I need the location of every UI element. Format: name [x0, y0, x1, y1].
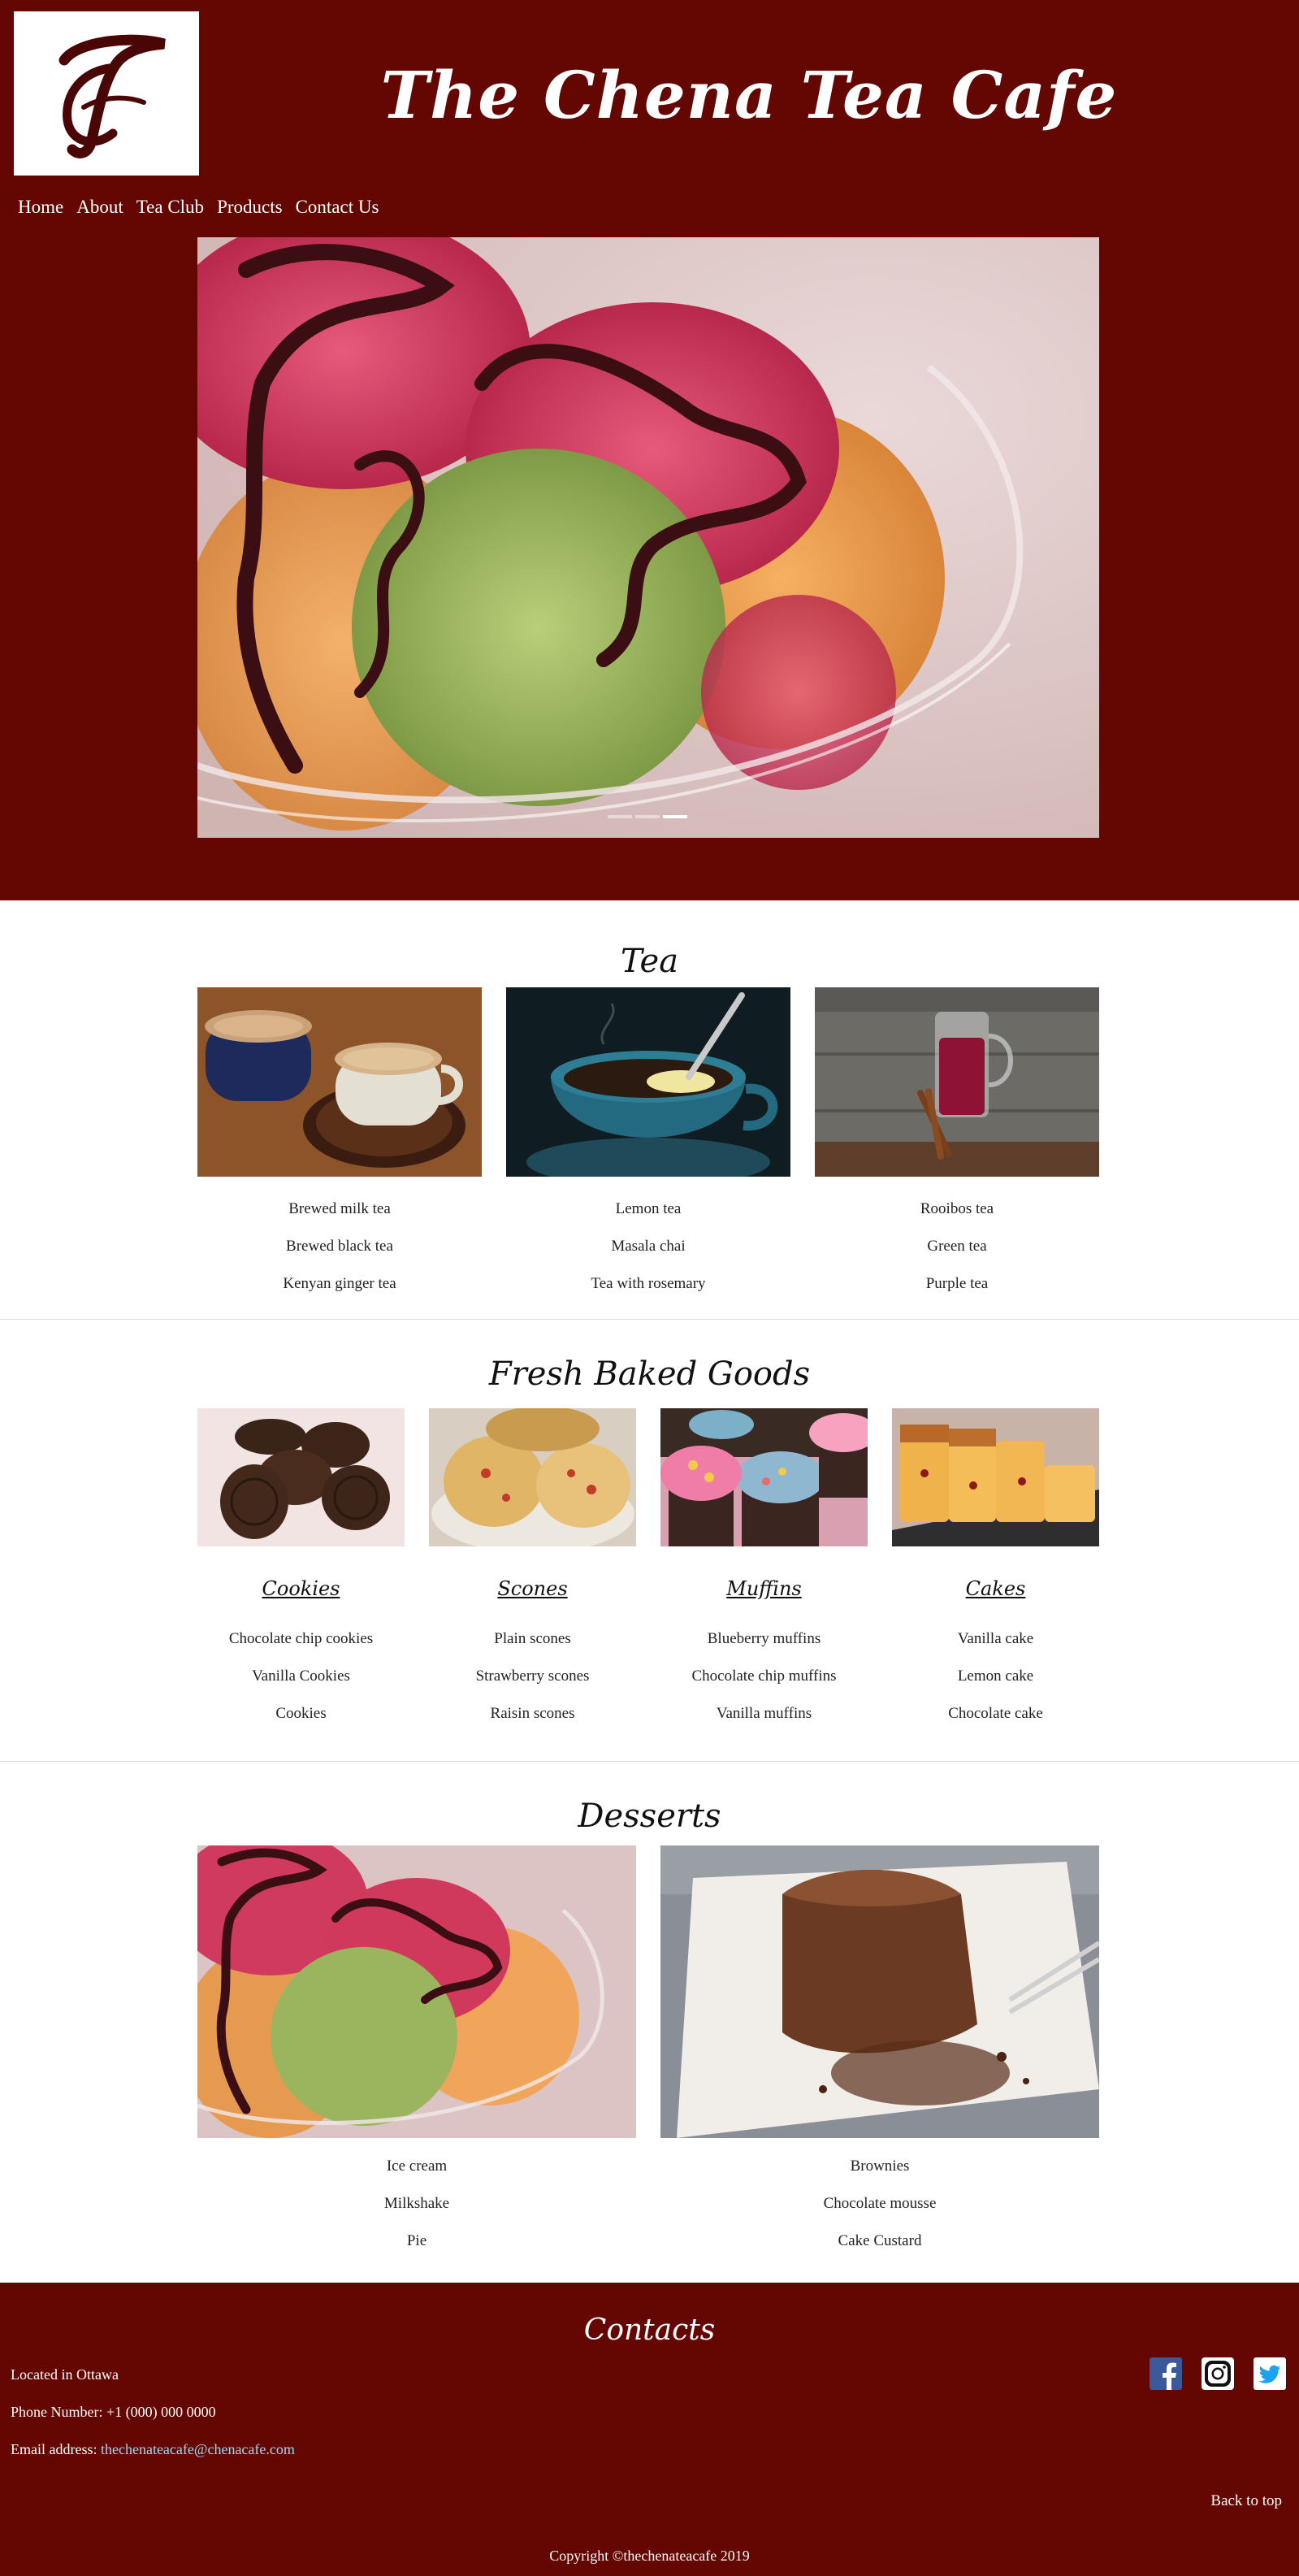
contacts-heading: Contacts: [583, 2314, 716, 2347]
tea-list: Brewed milk tea Brewed black tea Kenyan …: [197, 1190, 482, 1303]
tea-list: Rooibos tea Green tea Purple tea: [815, 1190, 1099, 1303]
tea-grid: Brewed milk tea Brewed black tea Kenyan …: [197, 987, 1099, 1303]
baked-column-muffins: Muffins Blueberry muffins Chocolate chip…: [660, 1408, 868, 1733]
location-text: Located in Ottawa: [11, 2366, 119, 2383]
list-item: Cake Custard: [838, 2232, 922, 2249]
baked-column-scones: Scones Plain scones Strawberry scones Ra…: [429, 1408, 636, 1733]
site-logo[interactable]: [14, 11, 199, 176]
list-item: Vanilla muffins: [716, 1705, 812, 1722]
list-item: Masala chai: [611, 1238, 686, 1255]
muffins-list: Blueberry muffins Chocolate chip muffins…: [660, 1620, 868, 1733]
cakes-list: Vanilla cake Lemon cake Chocolate cake: [892, 1620, 1099, 1733]
tea-list: Lemon tea Masala chai Tea with rosemary: [506, 1190, 790, 1303]
baked-goods-grid: Cookies Chocolate chip cookies Vanilla C…: [197, 1408, 1099, 1733]
list-item: Lemon tea: [615, 1200, 682, 1217]
hero-carousel[interactable]: [197, 237, 1099, 838]
contact-info: Located in Ottawa Phone Number: +1 (000)…: [11, 2356, 295, 2468]
list-item: Brewed milk tea: [288, 1200, 391, 1217]
lemon-tea-image: [506, 987, 790, 1177]
carousel-dot-3[interactable]: [663, 815, 687, 818]
list-item: Vanilla Cookies: [252, 1667, 350, 1685]
desserts-heading: Desserts: [578, 1798, 721, 1835]
phone-text: Phone Number: +1 (000) 000 0000: [11, 2404, 216, 2420]
list-item: Blueberry muffins: [707, 1630, 821, 1647]
tea-column: Lemon tea Masala chai Tea with rosemary: [506, 987, 790, 1303]
list-item: Vanilla cake: [957, 1630, 1034, 1647]
dessert-list: Brownies Chocolate mousse Cake Custard: [660, 2148, 1099, 2260]
milk-tea-image: [197, 987, 482, 1177]
list-item: Purple tea: [925, 1275, 989, 1292]
red-tea-image: [815, 987, 1099, 1177]
instagram-icon[interactable]: [1202, 2357, 1234, 2390]
list-item: Ice cream: [386, 2158, 448, 2175]
site-header: The Chena Tea Cafe Home About Tea Club P…: [0, 0, 1299, 900]
list-item: Rooibos tea: [920, 1200, 994, 1217]
desserts-grid: Ice cream Milkshake Pie Brownies Chocola…: [197, 1845, 1099, 2260]
list-item: Plain scones: [494, 1630, 571, 1647]
back-to-top-link[interactable]: Back to top: [1210, 2492, 1282, 2510]
baked-column-cookies: Cookies Chocolate chip cookies Vanilla C…: [197, 1408, 405, 1733]
facebook-icon[interactable]: [1150, 2357, 1182, 2390]
twitter-icon[interactable]: [1254, 2357, 1286, 2390]
brownie-image: [660, 1845, 1099, 2138]
nav-contact-us[interactable]: Contact Us: [296, 197, 379, 218]
list-item: Green tea: [927, 1238, 987, 1255]
list-item: Raisin scones: [490, 1705, 575, 1722]
cookies-list: Chocolate chip cookies Vanilla Cookies C…: [197, 1620, 405, 1733]
tea-column: Rooibos tea Green tea Purple tea: [815, 987, 1099, 1303]
list-item: Kenyan ginger tea: [283, 1275, 396, 1292]
baked-column-cakes: Cakes Vanilla cake Lemon cake Chocolate …: [892, 1408, 1099, 1733]
nav-home[interactable]: Home: [18, 197, 63, 218]
dessert-list: Ice cream Milkshake Pie: [197, 2148, 636, 2260]
desserts-section: Desserts Ice cream Milkshake Pie Brownie…: [0, 1762, 1299, 2283]
email-label: Email address:: [11, 2441, 101, 2457]
scones-list: Plain scones Strawberry scones Raisin sc…: [429, 1620, 636, 1733]
muffins-image: [660, 1408, 868, 1546]
nav-products[interactable]: Products: [217, 197, 283, 218]
list-item: Chocolate chip muffins: [691, 1667, 837, 1685]
email-link[interactable]: thechenateacafe@chenacafe.com: [101, 2441, 295, 2457]
muffins-title[interactable]: Muffins: [660, 1577, 868, 1602]
tea-column: Brewed milk tea Brewed black tea Kenyan …: [197, 987, 482, 1303]
email-line: Email address: thechenateacafe@chenacafe…: [11, 2431, 295, 2468]
list-item: Tea with rosemary: [591, 1275, 706, 1292]
scones-title[interactable]: Scones: [429, 1577, 636, 1602]
list-item: Chocolate chip cookies: [228, 1630, 374, 1647]
scones-image: [429, 1408, 636, 1546]
nav-tea-club[interactable]: Tea Club: [136, 197, 204, 218]
cookies-image: [197, 1408, 405, 1546]
carousel-indicators: [608, 815, 687, 818]
social-links: [1150, 2357, 1286, 2390]
carousel-dot-1[interactable]: [608, 815, 632, 818]
cookies-title[interactable]: Cookies: [197, 1577, 405, 1602]
tea-section: Tea Brewed milk tea Brewed black tea Ken…: [0, 900, 1299, 1320]
nav-about[interactable]: About: [76, 197, 123, 218]
ice-cream-image: [197, 1845, 636, 2138]
cakes-image: [892, 1408, 1099, 1546]
list-item: Strawberry scones: [475, 1667, 590, 1685]
list-item: Chocolate cake: [948, 1705, 1043, 1722]
tea-heading: Tea: [620, 943, 679, 980]
site-footer: Contacts Located in Ottawa Phone Number:…: [0, 2283, 1299, 2576]
dessert-column: Ice cream Milkshake Pie: [197, 1845, 636, 2260]
cakes-title[interactable]: Cakes: [892, 1577, 1099, 1602]
list-item: Milkshake: [383, 2195, 450, 2212]
hero-image: [197, 237, 1099, 838]
list-item: Lemon cake: [957, 1667, 1034, 1685]
carousel-dot-2[interactable]: [635, 815, 660, 818]
baked-goods-section: Fresh Baked Goods Cookies Chocolate chip…: [0, 1320, 1299, 1762]
list-item: Chocolate mousse: [823, 2195, 937, 2212]
list-item: Cookies: [275, 1705, 327, 1722]
dessert-column: Brownies Chocolate mousse Cake Custard: [660, 1845, 1099, 2260]
list-item: Brownies: [850, 2158, 910, 2175]
copyright-text: Copyright ©thechenateacafe 2019: [549, 2548, 750, 2564]
list-item: Pie: [406, 2232, 427, 2249]
tc-monogram-icon: [14, 11, 199, 176]
baked-goods-heading: Fresh Baked Goods: [488, 1355, 811, 1393]
site-title: The Chena Tea Cafe: [380, 57, 1118, 133]
main-nav: Home About Tea Club Products Contact Us: [18, 197, 379, 218]
list-item: Brewed black tea: [286, 1238, 393, 1255]
